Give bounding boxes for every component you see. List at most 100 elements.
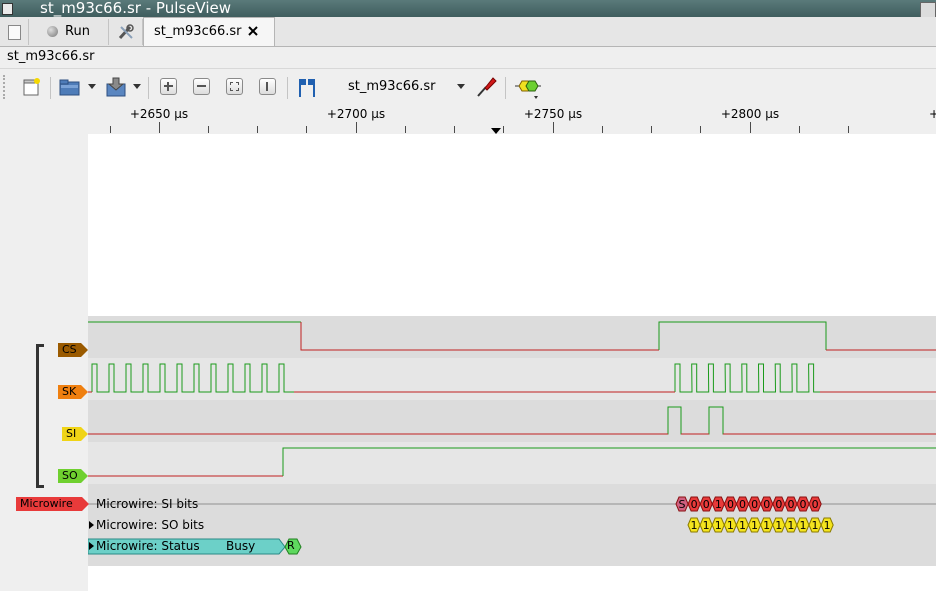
- waveforms: S00100000000 111111111111: [88, 321, 936, 555]
- document-icon: [8, 25, 21, 40]
- ruler-minor-tick: [454, 126, 455, 133]
- expand-row-icon[interactable]: [89, 521, 94, 529]
- run-label: Run: [65, 24, 90, 39]
- si-bit-text: 1: [715, 498, 722, 511]
- channel-name: SI: [66, 427, 77, 440]
- si-bit-text: S: [679, 498, 686, 511]
- channel-name: SO: [62, 469, 78, 482]
- new-session-icon[interactable]: [22, 77, 42, 97]
- decoder-row-label-status: Microwire: Status: [96, 539, 200, 553]
- ruler-minor-tick: [602, 126, 603, 133]
- run-indicator-icon: [47, 26, 58, 37]
- ruler-major-tick: [750, 122, 751, 133]
- zoom-fit-icon: [230, 82, 239, 91]
- zoom-original-icon: [266, 82, 268, 91]
- decoder-row-label-so-bits: Microwire: SO bits: [96, 518, 205, 532]
- si-bit-text: 0: [800, 498, 807, 511]
- si-bit-text: 0: [751, 498, 758, 511]
- channel-name: SK: [62, 385, 77, 398]
- channel-name: CS: [62, 343, 77, 356]
- minus-icon: [197, 85, 206, 87]
- so-bit-text: 1: [787, 519, 794, 532]
- ruler-label: +2800 µs: [720, 107, 780, 121]
- toolbar-separator: [505, 77, 506, 99]
- ruler-label: +2650 µs: [129, 107, 189, 121]
- ruler-label: +2: [929, 107, 936, 121]
- ruler-minor-tick: [651, 126, 652, 133]
- device-dropdown-icon[interactable]: [457, 84, 465, 89]
- open-folder-icon[interactable]: [59, 77, 81, 97]
- so-bit-text: 1: [775, 519, 782, 532]
- decoder-label-microwire[interactable]: Microwire: [16, 497, 89, 511]
- device-selector[interactable]: st_m93c66.sr: [348, 79, 436, 94]
- settings-button[interactable]: [108, 19, 143, 45]
- so-bit-text: 1: [703, 519, 710, 532]
- window-title: st_m93c66.sr - PulseView: [40, 0, 232, 17]
- new-view-button[interactable]: [0, 19, 29, 45]
- decoder-name: Microwire: [20, 497, 73, 510]
- si-bit-text: 0: [775, 498, 782, 511]
- toolbar-separator: [50, 77, 51, 99]
- so-bit-text: 1: [751, 519, 758, 532]
- time-ruler[interactable]: +2650 µs +2700 µs +2750 µs +2800 µs +2: [88, 106, 936, 134]
- channel-label-sk[interactable]: SK: [58, 385, 88, 399]
- run-button[interactable]: Run: [28, 19, 109, 45]
- status-annotation-ready: R: [287, 539, 295, 552]
- zoom-out-button[interactable]: [193, 78, 210, 95]
- add-decoder-icon[interactable]: [515, 78, 543, 102]
- si-bit-text: 0: [812, 498, 819, 511]
- so-bit-text: 1: [739, 519, 746, 532]
- window-close-button[interactable]: [920, 2, 936, 18]
- cursors-icon[interactable]: [296, 77, 320, 99]
- ruler-label: +2750 µs: [523, 107, 583, 121]
- tab-session[interactable]: st_m93c66.sr: [143, 17, 275, 46]
- so-bit-text: 1: [799, 519, 806, 532]
- so-bit-text: 1: [727, 519, 734, 532]
- ruler-minor-tick: [799, 126, 800, 133]
- ruler-minor-tick: [208, 126, 209, 133]
- si-bit-text: 0: [691, 498, 698, 511]
- status-annotation-busy: Busy: [226, 539, 256, 553]
- so-bit-text: 1: [691, 519, 698, 532]
- probe-config-icon[interactable]: [475, 75, 497, 99]
- channel-label-si[interactable]: SI: [62, 427, 88, 441]
- zoom-in-button[interactable]: [160, 78, 177, 95]
- so-bit-text: 1: [812, 519, 819, 532]
- ruler-minor-tick: [257, 126, 258, 133]
- expand-row-icon[interactable]: [89, 542, 94, 550]
- ruler-minor-tick: [110, 126, 111, 133]
- ruler-minor-tick: [700, 126, 701, 133]
- channel-group-bracket: [36, 344, 44, 488]
- toolbar-separator: [287, 77, 288, 99]
- save-dropdown-icon[interactable]: [133, 84, 141, 89]
- so-bit-text: 1: [824, 519, 831, 532]
- ruler-minor-tick: [405, 126, 406, 133]
- si-bit-text: 0: [727, 498, 734, 511]
- ruler-label: +2700 µs: [326, 107, 386, 121]
- zoom-fit-button[interactable]: [226, 78, 243, 95]
- trace-view[interactable]: S00100000000 111111111111: [88, 134, 936, 591]
- ruler-minor-tick: [306, 126, 307, 133]
- window-menu-icon[interactable]: [2, 3, 13, 15]
- tab-bar: Run st_m93c66.sr: [0, 17, 936, 47]
- title-bar: st_m93c66.sr - PulseView: [0, 0, 936, 18]
- ruler-minor-tick: [848, 126, 849, 133]
- channel-label-so[interactable]: SO: [58, 469, 88, 483]
- toolbar-grip: [3, 75, 13, 99]
- open-dropdown-icon[interactable]: [88, 84, 96, 89]
- channel-label-cs[interactable]: CS: [58, 343, 88, 357]
- toolbar-separator: [148, 77, 149, 99]
- ruler-major-tick: [159, 122, 160, 133]
- zoom-one-to-one-button[interactable]: [259, 78, 276, 95]
- decoder-row-label-si-bits: Microwire: SI bits: [96, 497, 199, 511]
- si-bit-text: 0: [739, 498, 746, 511]
- ruler-major-tick: [356, 122, 357, 133]
- session-title: st_m93c66.sr: [7, 49, 95, 64]
- save-icon[interactable]: [105, 76, 129, 98]
- si-bit-text: 0: [763, 498, 770, 511]
- ruler-major-tick: [553, 122, 554, 133]
- close-icon[interactable]: [247, 25, 259, 37]
- si-bit-text: 0: [787, 498, 794, 511]
- ruler-minor-tick: [503, 126, 504, 133]
- si-bit-text: 0: [703, 498, 710, 511]
